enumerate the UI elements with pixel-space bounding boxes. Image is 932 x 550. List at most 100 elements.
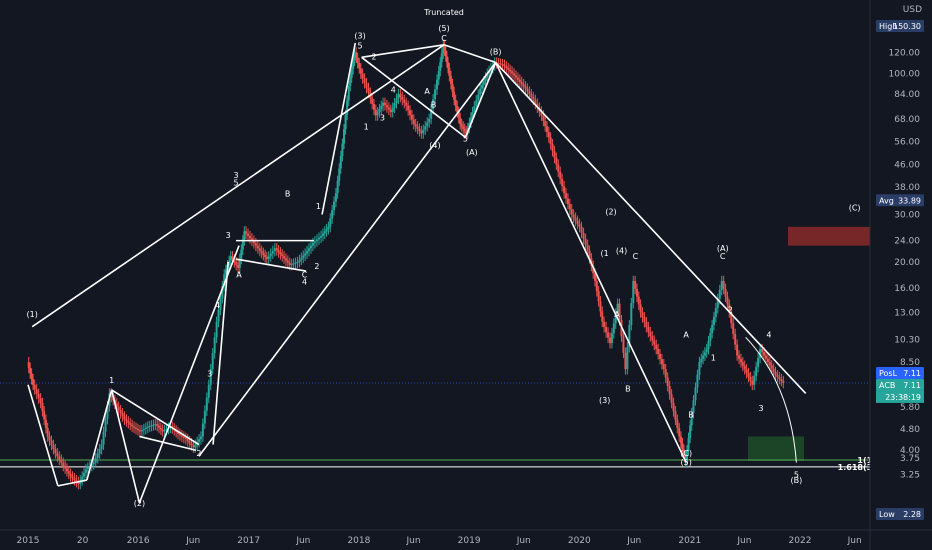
candle-body xyxy=(29,367,32,374)
wave-label: A xyxy=(683,330,689,339)
candle-body xyxy=(542,115,545,121)
time-tick-label: Jun xyxy=(295,536,310,546)
wave-label: (3) xyxy=(354,32,365,41)
candle-body xyxy=(479,88,482,95)
candle-body xyxy=(694,387,697,401)
wave-label: B xyxy=(431,100,437,109)
candle-body xyxy=(194,444,197,448)
candle-body xyxy=(292,263,295,265)
candle-body xyxy=(732,323,735,334)
avg-badge-label: Avg xyxy=(879,196,894,205)
wave-label: 4 xyxy=(215,301,220,310)
candle-body xyxy=(192,445,195,448)
candle-body xyxy=(294,262,297,264)
candle-body xyxy=(420,131,423,134)
time-tick-label: 2016 xyxy=(127,536,150,546)
candle-body xyxy=(203,410,206,424)
candle-body xyxy=(35,389,38,394)
time-tick-label: 2020 xyxy=(568,536,591,546)
candle-body xyxy=(186,439,189,442)
candle-body xyxy=(499,63,502,65)
candle-body xyxy=(757,357,760,367)
candle-body xyxy=(776,375,779,378)
candle-body xyxy=(660,359,663,365)
candle-body xyxy=(262,252,265,255)
candle-body xyxy=(753,375,756,385)
price-tick-label: 100.00 xyxy=(889,70,921,80)
price-tick-label: 56.00 xyxy=(894,138,920,148)
candle-body xyxy=(755,366,758,376)
candle-body xyxy=(213,337,216,354)
candle-body xyxy=(561,178,564,187)
candle-body xyxy=(52,444,55,450)
candle-body xyxy=(524,86,527,89)
candle-body xyxy=(256,245,259,249)
candle-body xyxy=(514,75,517,78)
candle-body xyxy=(528,91,531,95)
candle-body xyxy=(424,126,427,130)
wave-label: 2 xyxy=(196,449,201,458)
candle-body xyxy=(410,114,413,120)
candle-body xyxy=(320,235,323,238)
candle-body xyxy=(481,84,484,89)
candle-body xyxy=(150,425,153,427)
candle-body xyxy=(651,336,654,341)
candle-body xyxy=(593,273,596,281)
candle-body xyxy=(637,296,640,305)
price-tick-label: 24.00 xyxy=(894,237,920,247)
wave-label: (2) xyxy=(134,499,145,508)
candle-body xyxy=(653,340,656,345)
wave-label: (1 xyxy=(601,249,609,258)
candle-body xyxy=(158,425,161,428)
candle-body xyxy=(459,117,462,125)
candle-body xyxy=(240,249,243,259)
wave-label: 1 xyxy=(316,202,321,211)
wave-label: C xyxy=(720,252,726,261)
low-badge-label: Low xyxy=(879,510,895,519)
candle-body xyxy=(374,109,377,116)
price-tick-label: 30.00 xyxy=(894,211,920,221)
candle-body xyxy=(140,430,143,432)
time-tick-label: Jun xyxy=(516,536,531,546)
candle-body xyxy=(385,105,388,108)
candle-body xyxy=(764,355,767,359)
candle-body xyxy=(356,57,359,64)
candle-body xyxy=(338,168,341,181)
candle-body xyxy=(327,226,330,230)
avg-badge-value: 33.89 xyxy=(898,196,921,205)
candle-body xyxy=(382,102,385,106)
candle-body xyxy=(215,321,218,338)
price-tick-label: 68.00 xyxy=(894,115,920,125)
candle-body xyxy=(247,233,250,236)
candle-body xyxy=(532,96,535,100)
candle-body xyxy=(751,380,754,385)
candle-body xyxy=(782,380,785,383)
candle-body xyxy=(634,280,637,289)
candle-body xyxy=(135,427,138,429)
candle-body xyxy=(142,428,145,431)
price-axis[interactable]: USD3.253.754.004.805.807.108.5010.3013.0… xyxy=(869,0,932,550)
candle-body xyxy=(271,250,274,254)
price-chart[interactable]: (1)1(2)234335ABC421(3)52341AB(5)C(4)5(A)… xyxy=(0,0,932,550)
candle-body xyxy=(530,94,533,97)
candle-body xyxy=(655,344,658,350)
candle-body xyxy=(229,256,232,261)
candle-body xyxy=(311,243,314,246)
candle-body xyxy=(341,143,344,157)
candle-body xyxy=(347,85,350,101)
candle-body xyxy=(462,126,465,129)
candle-body xyxy=(770,365,773,369)
price-tick-label: 20.00 xyxy=(894,258,920,268)
wave-label: Truncated xyxy=(423,8,464,17)
candle-body xyxy=(475,100,478,107)
candle-body xyxy=(641,312,644,318)
candle-body xyxy=(586,244,589,251)
candle-body xyxy=(702,355,705,359)
candle-body xyxy=(557,164,560,172)
candle-body xyxy=(372,104,375,110)
wave-label: (B) xyxy=(490,47,502,56)
candle-body xyxy=(426,122,429,127)
pos-badge-value: 7.11 xyxy=(903,369,921,378)
candle-body xyxy=(766,358,769,363)
candle-body xyxy=(365,83,368,88)
